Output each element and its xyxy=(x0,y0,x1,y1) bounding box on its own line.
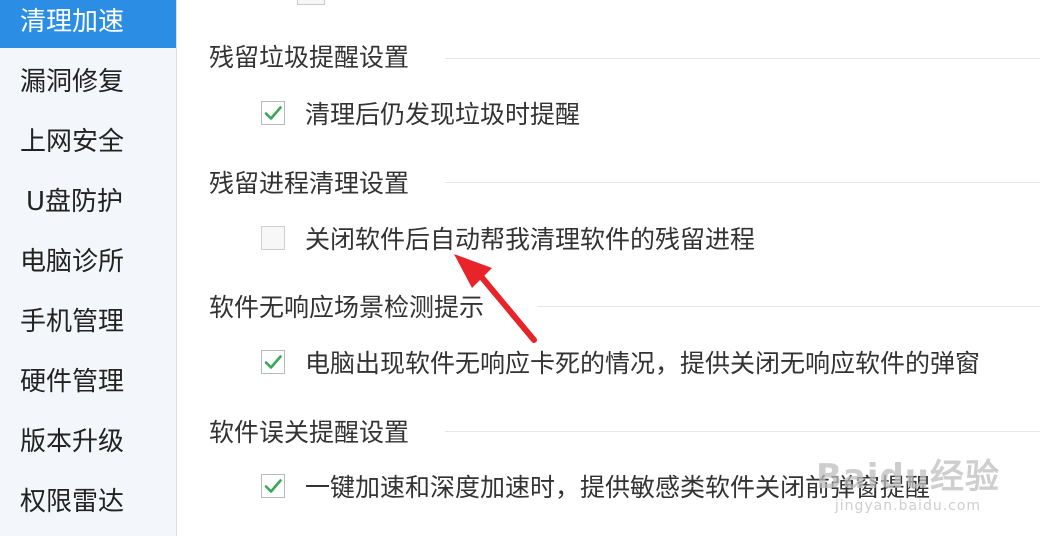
option-label: 清理后仍发现垃圾时提醒 xyxy=(305,100,581,129)
section-title-residual-process: 残留进程清理设置 xyxy=(209,169,410,198)
checkmark-icon xyxy=(264,479,282,493)
settings-sidebar: 清理加速 漏洞修复 上网安全 U盘防护 电脑诊所 手机管理 硬件管理 版本升级 … xyxy=(0,0,177,536)
sidebar-item-usb-protection[interactable]: U盘防护 xyxy=(0,176,176,228)
sidebar-item-cleanup[interactable]: 清理加速 xyxy=(0,0,176,48)
checkbox-checked[interactable] xyxy=(261,101,285,125)
section-divider xyxy=(445,58,1040,59)
section-divider xyxy=(445,431,1040,432)
checkbox-checked[interactable] xyxy=(261,350,285,374)
watermark-url: jingyan.baidu.com xyxy=(834,498,982,514)
checkmark-icon xyxy=(264,106,282,120)
option-auto-clean-residual-process[interactable]: 关闭软件后自动帮我清理软件的残留进程 xyxy=(261,220,755,256)
sidebar-item-version-upgrade[interactable]: 版本升级 xyxy=(0,416,176,468)
option-unresponsive-popup[interactable]: 电脑出现软件无响应卡死的情况，提供关闭无响应软件的弹窗 xyxy=(261,344,980,380)
sidebar-item-permission-radar[interactable]: 权限雷达 xyxy=(0,476,176,528)
sidebar-item-phone-management[interactable]: 手机管理 xyxy=(0,296,176,348)
watermark-text: Baidu经验 xyxy=(815,457,1000,497)
section-divider xyxy=(445,182,1040,183)
option-residual-junk-reminder[interactable]: 清理后仍发现垃圾时提醒 xyxy=(261,95,580,131)
scrolled-checkbox-edge xyxy=(297,0,325,5)
checkmark-icon xyxy=(264,355,282,369)
sidebar-item-web-security[interactable]: 上网安全 xyxy=(0,116,176,168)
sidebar-item-pc-clinic[interactable]: 电脑诊所 xyxy=(0,236,176,288)
settings-window: 清理加速 漏洞修复 上网安全 U盘防护 电脑诊所 手机管理 硬件管理 版本升级 … xyxy=(0,0,1040,536)
checkbox-unchecked[interactable] xyxy=(261,226,285,250)
section-title-unresponsive-detection: 软件无响应场景检测提示 xyxy=(209,293,485,322)
sidebar-item-vulnerability-fix[interactable]: 漏洞修复 xyxy=(0,56,176,108)
section-divider xyxy=(537,306,1040,307)
option-label: 关闭软件后自动帮我清理软件的残留进程 xyxy=(305,225,756,254)
sidebar-item-hardware-management[interactable]: 硬件管理 xyxy=(0,356,176,408)
checkbox-checked[interactable] xyxy=(261,474,285,498)
option-label: 电脑出现软件无响应卡死的情况，提供关闭无响应软件的弹窗 xyxy=(305,349,981,378)
baidu-watermark: Baidu经验 jingyan.baidu.com xyxy=(816,449,1000,514)
section-title-residual-junk: 残留垃圾提醒设置 xyxy=(209,43,410,72)
section-title-accidental-close: 软件误关提醒设置 xyxy=(209,418,410,447)
